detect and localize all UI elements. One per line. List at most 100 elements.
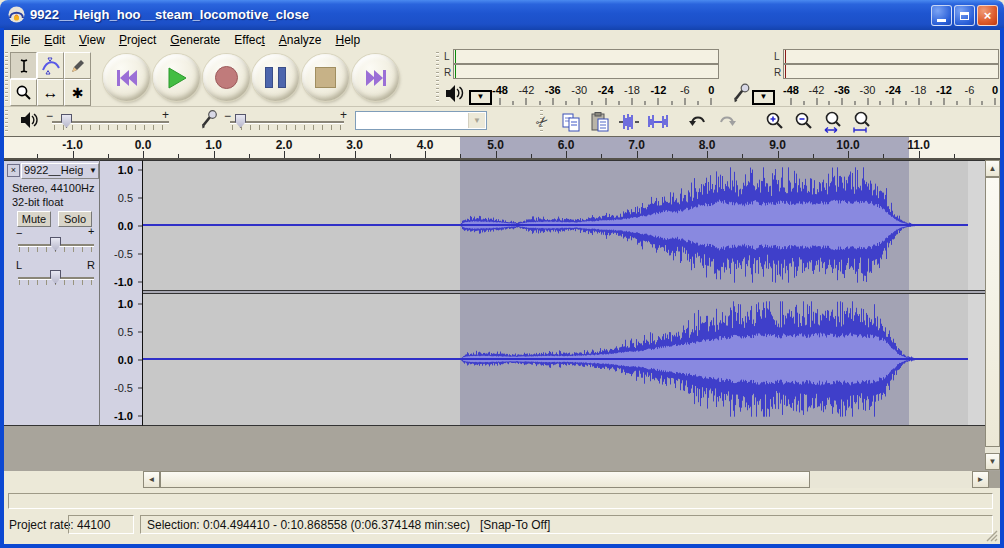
skip-to-end-button[interactable] <box>352 54 399 101</box>
menu-item-project[interactable]: Project <box>112 31 163 47</box>
toolbar-gripper[interactable] <box>5 52 8 102</box>
timeline-major-tick <box>73 151 74 158</box>
zoom-in-button[interactable] <box>762 109 788 134</box>
meter-scale-label: -6 <box>965 84 975 96</box>
meter-scale-minor-tick <box>880 101 881 105</box>
timeline-major-tick <box>355 151 356 158</box>
silence-button[interactable] <box>645 109 671 134</box>
title-bar[interactable]: 9922__Heigh_hoo__steam_locomotive_close … <box>0 0 1004 30</box>
mixer-gripper[interactable] <box>5 110 8 133</box>
mute-button[interactable]: Mute <box>17 211 51 227</box>
cut-button[interactable]: ✂ <box>529 109 555 134</box>
menu-item-file[interactable]: File <box>4 31 37 47</box>
menu-item-view[interactable]: View <box>72 31 112 47</box>
scroll-right-button[interactable]: ► <box>972 471 989 488</box>
menu-item-analyze[interactable]: Analyze <box>272 31 329 47</box>
vruler-label: -0.5 <box>114 248 133 260</box>
draw-tool-button[interactable] <box>64 52 91 79</box>
output-meter[interactable]: LR▼-48-42-36-30-24-18-12-60 <box>443 48 720 106</box>
trim-icon <box>618 112 640 132</box>
window-border-right <box>1000 28 1004 544</box>
meter-zero-line <box>455 50 456 63</box>
trim-button[interactable] <box>616 109 642 134</box>
fit-project-button[interactable] <box>849 109 875 134</box>
meter-zero-line <box>785 50 786 63</box>
meter-zero-line <box>785 65 786 78</box>
scroll-left-button[interactable]: ◄ <box>143 471 160 488</box>
record-button[interactable] <box>203 54 250 101</box>
meter-scale-label: -42 <box>809 84 825 96</box>
skip-start-icon <box>116 69 138 87</box>
microphone-icon <box>732 83 751 104</box>
undo-button[interactable] <box>685 109 711 134</box>
zoom-out-icon <box>794 112 814 132</box>
menu-item-help[interactable]: Help <box>328 31 367 47</box>
input-meter[interactable]: LR▼-48-42-36-30-24-18-12-60 <box>722 48 1000 106</box>
play-button[interactable] <box>153 54 200 101</box>
track-title-menu[interactable]: 9922__Heig ▼ <box>21 163 99 179</box>
skip-to-start-button[interactable] <box>103 54 150 101</box>
track-close-button[interactable]: × <box>7 164 20 177</box>
pause-button[interactable] <box>252 54 299 101</box>
timeline-label: -1.0 <box>62 138 83 152</box>
multi-tool-icon: ✱ <box>72 85 84 101</box>
maximize-button[interactable] <box>954 5 975 26</box>
vruler-label: 1.0 <box>118 164 133 176</box>
output-volume-icon <box>20 111 38 129</box>
menu-item-edit[interactable]: Edit <box>37 31 72 47</box>
meter-scale-label: -18 <box>624 84 640 96</box>
minimize-button[interactable] <box>931 5 952 26</box>
multi-tool-button[interactable]: ✱ <box>64 79 91 106</box>
timeline-major-tick <box>284 151 285 158</box>
hscroll-trough[interactable] <box>810 471 972 488</box>
vscroll-thumb[interactable] <box>985 177 1000 447</box>
close-button[interactable]: × <box>977 5 998 26</box>
timeline-label: 1.0 <box>205 138 222 152</box>
input-source-combobox[interactable]: ▼ <box>355 111 487 130</box>
menu-item-effect[interactable]: Effect <box>227 31 271 47</box>
timeline-ruler[interactable]: -1.00.01.02.03.04.05.06.07.08.09.010.011… <box>4 137 1000 158</box>
resize-grip[interactable] <box>985 529 998 542</box>
project-rate-value: 44100 <box>77 518 110 532</box>
meter-scale-minor-tick <box>698 101 699 105</box>
horizontal-scrollbar[interactable]: ◄ ► <box>4 471 1000 488</box>
fit-project-icon <box>852 111 872 133</box>
menu-item-generate[interactable]: Generate <box>163 31 227 47</box>
timeline-label: 10.0 <box>836 138 859 152</box>
combo-value <box>356 115 360 129</box>
scroll-up-button[interactable]: ▲ <box>985 160 1000 177</box>
meter-scale-tick <box>552 98 553 105</box>
solo-button[interactable]: Solo <box>58 211 92 227</box>
selection-tool-button[interactable] <box>10 52 37 79</box>
waveform-canvas[interactable] <box>143 160 985 426</box>
hscroll-thumb[interactable] <box>160 471 810 488</box>
envelope-tool-button[interactable] <box>37 52 64 79</box>
fit-selection-button[interactable] <box>820 109 846 134</box>
zoom-out-button[interactable] <box>791 109 817 134</box>
meter-bar-left <box>783 49 999 64</box>
pause-icon <box>265 67 286 88</box>
zoom-tool-button[interactable] <box>10 79 37 106</box>
status-message-field <box>8 493 993 509</box>
timeline-major-tick <box>848 151 849 158</box>
meter-scale-minor-tick <box>829 101 830 105</box>
project-rate-field[interactable]: 44100 <box>68 515 134 534</box>
timeline-label: 11.0 <box>907 138 930 152</box>
meter-toolbar-gripper[interactable] <box>436 52 439 102</box>
meter-bar-left <box>453 49 719 64</box>
time-shift-tool-button[interactable]: ↔ <box>37 79 64 106</box>
vertical-scrollbar[interactable]: ▲ ▼ <box>985 160 1000 470</box>
meter-scale-minor-tick <box>905 101 906 105</box>
paste-button[interactable] <box>587 109 613 134</box>
input-slider-track[interactable] <box>230 121 344 124</box>
meter-dropdown-button[interactable]: ▼ <box>752 90 775 105</box>
redo-button[interactable] <box>714 109 740 134</box>
vruler-label: -1.0 <box>114 276 133 288</box>
scroll-down-button[interactable]: ▼ <box>985 453 1000 470</box>
silence-icon <box>647 112 669 132</box>
stop-button[interactable] <box>302 54 349 101</box>
meter-dropdown-button[interactable]: ▼ <box>469 90 492 105</box>
copy-button[interactable] <box>558 109 584 134</box>
paste-icon <box>590 112 610 132</box>
volume-max-label: + <box>162 108 169 122</box>
